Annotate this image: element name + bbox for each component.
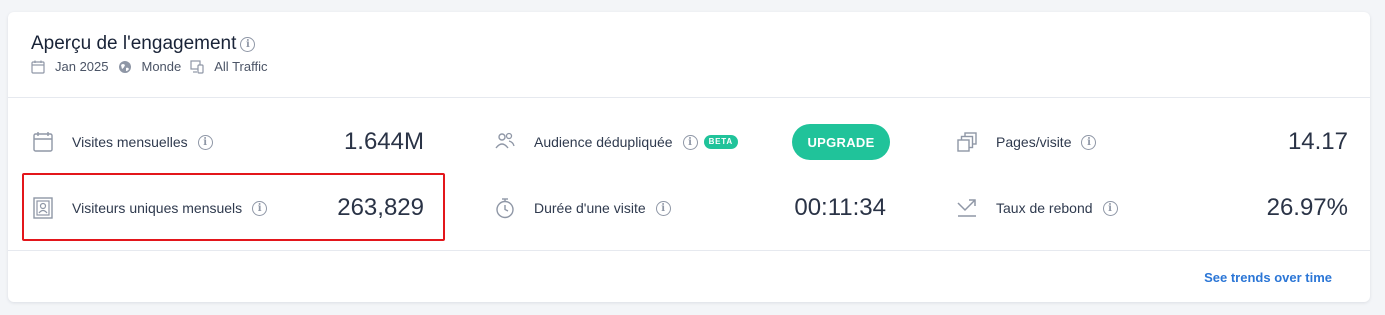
engagement-card: Aperçu de l'engagement i Jan 2025 Monde …	[8, 12, 1370, 302]
metric-value: 26.97%	[1266, 194, 1348, 221]
metric-dedup-audience: Audience dédupliquée i BETA	[494, 127, 738, 157]
metric-bounce-rate: Taux de rebond i	[956, 193, 1118, 223]
info-icon[interactable]: i	[655, 200, 671, 216]
highlight-box	[22, 173, 445, 241]
metric-label: Taux de rebond	[996, 200, 1093, 216]
metric-visit-duration: Durée d'une visite i	[494, 193, 671, 223]
metric-label: Pages/visite	[996, 134, 1072, 150]
calendar-icon	[32, 131, 54, 153]
pages-icon	[956, 131, 978, 153]
page-title: Aperçu de l'engagement i	[31, 33, 256, 55]
region-label: Monde	[141, 59, 182, 74]
title-text: Aperçu de l'engagement	[31, 33, 237, 54]
metric-label: Audience dédupliquée	[534, 134, 673, 150]
metric-pages-per-visit: Pages/visite i	[956, 127, 1097, 157]
info-icon[interactable]: i	[1081, 134, 1097, 150]
bounce-arrow-icon	[956, 197, 978, 219]
filter-meta: Jan 2025 Monde All Traffic	[31, 59, 276, 74]
stopwatch-icon	[494, 197, 516, 219]
metric-value: 14.17	[1287, 128, 1348, 155]
metric-label: Visites mensuelles	[72, 134, 188, 150]
metric-value: 1.644M	[343, 128, 424, 155]
metric-label: Durée d'une visite	[534, 200, 646, 216]
info-icon[interactable]: i	[682, 134, 698, 150]
info-icon[interactable]: i	[240, 36, 256, 52]
info-icon[interactable]: i	[197, 134, 213, 150]
metric-value: 00:11:34	[794, 194, 886, 221]
upgrade-button[interactable]: UPGRADE	[792, 124, 890, 160]
card-header: Aperçu de l'engagement i Jan 2025 Monde …	[8, 12, 1370, 98]
info-icon[interactable]: i	[1102, 200, 1118, 216]
calendar-icon	[31, 60, 45, 74]
metric-visits: Visites mensuelles i	[32, 127, 213, 157]
beta-badge: BETA	[703, 135, 738, 149]
devices-icon	[190, 59, 204, 74]
metrics-grid: Visites mensuelles i 1.644M Visiteurs un…	[8, 99, 1370, 251]
date-label: Jan 2025	[55, 59, 109, 74]
people-icon	[494, 131, 516, 153]
traffic-label: All Traffic	[214, 59, 268, 74]
see-trends-link[interactable]: See trends over time	[1204, 270, 1332, 285]
globe-icon	[118, 60, 132, 74]
